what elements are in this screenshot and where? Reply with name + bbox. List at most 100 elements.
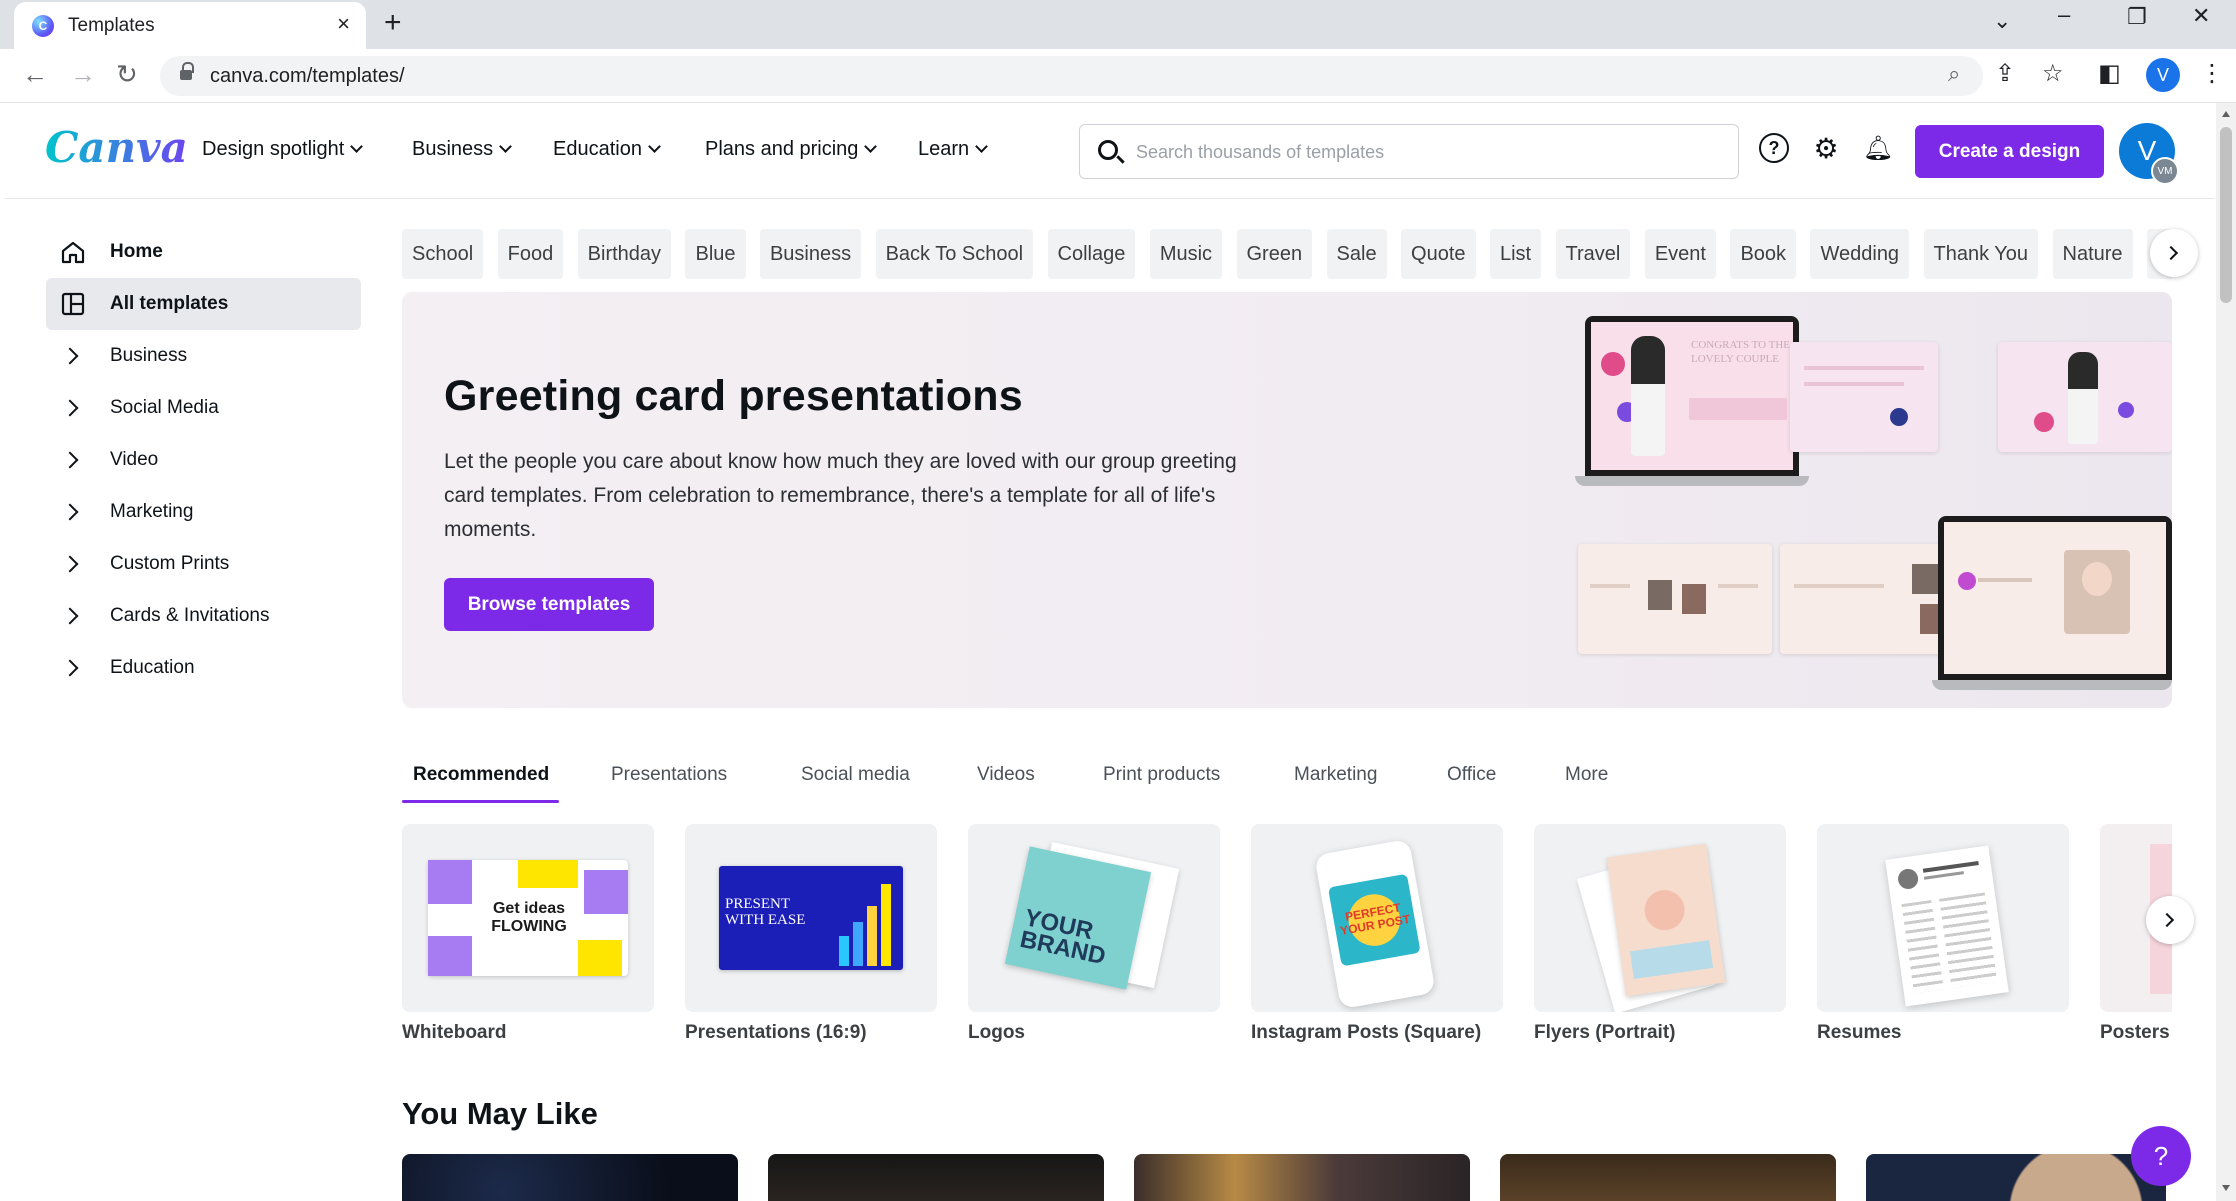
browser-tab[interactable]: C Templates × xyxy=(14,2,366,49)
nav-plans-pricing[interactable]: Plans and pricing xyxy=(705,138,878,161)
template-card-instagram-posts[interactable]: PERFECT YOUR POST Instagram Posts (Squar… xyxy=(1251,824,1503,1044)
cards-scroll-right-button[interactable] xyxy=(2146,896,2194,944)
address-bar[interactable]: canva.com/templates/ ⌕ xyxy=(160,56,1983,96)
sidebar-item-video[interactable]: Video xyxy=(46,434,361,486)
tab-videos[interactable]: Videos xyxy=(977,764,1035,786)
chevron-right-icon[interactable] xyxy=(58,341,88,371)
page-scrollbar[interactable] xyxy=(2216,103,2236,1201)
you-may-like-card[interactable] xyxy=(402,1154,738,1201)
tab-presentations[interactable]: Presentations xyxy=(611,764,727,786)
chip-birthday[interactable]: Birthday xyxy=(577,229,672,279)
template-thumbnail[interactable] xyxy=(1817,824,2069,1012)
chip-thank-you[interactable]: Thank You xyxy=(1923,229,2039,279)
chips-scroll-right-button[interactable] xyxy=(2150,229,2198,277)
sidebar-item-business[interactable]: Business xyxy=(46,330,361,382)
scroll-down-arrow-icon[interactable] xyxy=(2222,1185,2230,1191)
canva-logo[interactable]: Canva xyxy=(45,123,188,172)
chip-collage[interactable]: Collage xyxy=(1047,229,1136,279)
you-may-like-card[interactable] xyxy=(768,1154,1104,1201)
nav-business[interactable]: Business xyxy=(412,138,513,161)
chip-nature[interactable]: Nature xyxy=(2052,229,2133,279)
team-avatar-badge[interactable]: VM xyxy=(2151,157,2179,185)
chevron-right-icon[interactable] xyxy=(58,601,88,631)
template-thumbnail[interactable]: Get ideas FLOWING xyxy=(402,824,654,1012)
chevron-right-icon[interactable] xyxy=(58,549,88,579)
chip-book[interactable]: Book xyxy=(1730,229,1797,279)
chip-list[interactable]: List xyxy=(1489,229,1542,279)
chip-business[interactable]: Business xyxy=(759,229,862,279)
template-card-logos[interactable]: YOUR BRAND Logos xyxy=(968,824,1220,1044)
zoom-icon[interactable]: ⌕ xyxy=(1948,63,1960,85)
tab-close-icon[interactable]: × xyxy=(337,13,350,35)
browser-profile-avatar[interactable]: V xyxy=(2146,58,2180,92)
lock-icon[interactable] xyxy=(180,62,194,82)
sidebar-item-marketing[interactable]: Marketing xyxy=(46,486,361,538)
share-icon[interactable]: ⇪ xyxy=(1995,62,2015,86)
side-panel-icon[interactable]: ◧ xyxy=(2098,62,2121,86)
tab-office[interactable]: Office xyxy=(1447,764,1496,786)
you-may-like-card[interactable] xyxy=(1134,1154,1470,1201)
sidebar-item-label: Custom Prints xyxy=(110,553,230,574)
sidebar-item-cards-invitations[interactable]: Cards & Invitations xyxy=(46,590,361,642)
scroll-thumb[interactable] xyxy=(2220,127,2232,303)
template-thumbnail[interactable]: YOUR BRAND xyxy=(968,824,1220,1012)
chip-green[interactable]: Green xyxy=(1236,229,1313,279)
restore-icon[interactable]: ❐ xyxy=(2127,6,2147,28)
bell-icon[interactable]: 🔔︎ xyxy=(1863,133,1893,163)
you-may-like-card[interactable] xyxy=(1866,1154,2166,1201)
tab-print-products[interactable]: Print products xyxy=(1103,764,1220,786)
gear-icon[interactable]: ⚙ xyxy=(1811,133,1841,164)
chip-travel[interactable]: Travel xyxy=(1555,229,1631,279)
tab-social-media[interactable]: Social media xyxy=(801,764,910,786)
chip-wedding[interactable]: Wedding xyxy=(1810,229,1910,279)
chip-music[interactable]: Music xyxy=(1149,229,1223,279)
chip-sale[interactable]: Sale xyxy=(1326,229,1387,279)
search-input[interactable] xyxy=(1136,138,1716,166)
you-may-like-card[interactable] xyxy=(1500,1154,1836,1201)
chip-event[interactable]: Event xyxy=(1644,229,1716,279)
create-design-button[interactable]: Create a design xyxy=(1915,125,2104,178)
help-icon[interactable]: ? xyxy=(1759,133,1789,163)
chip-quote[interactable]: Quote xyxy=(1401,229,1476,279)
tab-more[interactable]: More xyxy=(1565,764,1608,786)
chevron-right-icon[interactable] xyxy=(58,497,88,527)
chevron-right-icon[interactable] xyxy=(58,445,88,475)
sidebar-item-custom-prints[interactable]: Custom Prints xyxy=(46,538,361,590)
back-arrow-icon[interactable]: ← xyxy=(22,61,48,87)
nav-design-spotlight[interactable]: Design spotlight xyxy=(202,138,364,161)
nav-learn[interactable]: Learn xyxy=(918,138,989,161)
chip-back-to-school[interactable]: Back To School xyxy=(875,229,1034,279)
browser-menu-icon[interactable]: ⋮ xyxy=(2200,62,2224,86)
sidebar-item-education[interactable]: Education xyxy=(46,642,361,694)
template-thumbnail[interactable]: PERFECT YOUR POST xyxy=(1251,824,1503,1012)
nav-education[interactable]: Education xyxy=(553,138,661,161)
help-fab-button[interactable]: ? xyxy=(2131,1126,2191,1186)
template-thumbnail[interactable]: PRESENT WITH EASE xyxy=(685,824,937,1012)
browse-templates-button[interactable]: Browse templates xyxy=(444,578,654,631)
forward-arrow-icon[interactable]: → xyxy=(70,61,96,87)
tab-recommended[interactable]: Recommended xyxy=(413,764,549,786)
template-card-flyers[interactable]: Flyers (Portrait) xyxy=(1534,824,1786,1044)
template-thumbnail[interactable] xyxy=(1534,824,1786,1012)
bookmark-star-icon[interactable]: ☆ xyxy=(2042,62,2064,86)
chevron-right-icon[interactable] xyxy=(58,393,88,423)
sidebar-item-social-media[interactable]: Social Media xyxy=(46,382,361,434)
scroll-up-arrow-icon[interactable] xyxy=(2222,111,2230,117)
template-search[interactable] xyxy=(1079,124,1739,179)
tab-marketing[interactable]: Marketing xyxy=(1294,764,1377,786)
chevron-right-icon[interactable] xyxy=(58,653,88,683)
chip-food[interactable]: Food xyxy=(497,229,564,279)
address-url[interactable]: canva.com/templates/ xyxy=(210,65,405,88)
minimize-icon[interactable]: – xyxy=(2058,4,2070,26)
reload-icon[interactable]: ↻ xyxy=(116,61,138,87)
tab-search-chevron-icon[interactable]: ⌄ xyxy=(1993,10,2011,32)
sidebar-item-home[interactable]: Home xyxy=(46,226,361,278)
template-card-presentations[interactable]: PRESENT WITH EASE Presentations (16:9) xyxy=(685,824,937,1044)
chip-school[interactable]: School xyxy=(402,229,484,279)
template-card-whiteboard[interactable]: Get ideas FLOWING Whiteboard xyxy=(402,824,654,1044)
chip-blue[interactable]: Blue xyxy=(685,229,746,279)
window-close-icon[interactable]: ✕ xyxy=(2192,5,2210,27)
template-card-resumes[interactable]: Resumes xyxy=(1817,824,2069,1044)
sidebar-item-all-templates[interactable]: All templates xyxy=(46,278,361,330)
new-tab-icon[interactable]: + xyxy=(384,8,402,38)
